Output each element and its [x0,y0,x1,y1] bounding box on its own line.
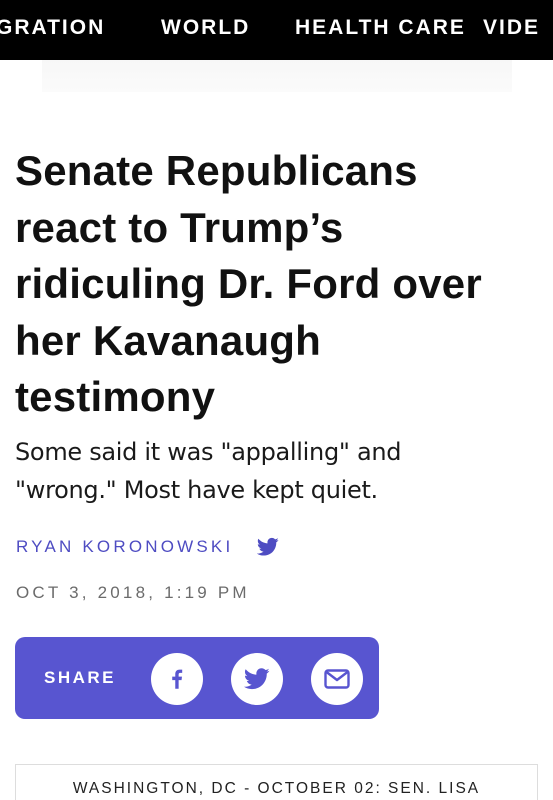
headline-line: ridiculing Dr. Ford over [15,260,482,307]
photo-caption: WASHINGTON, DC - OCTOBER 02: SEN. LISA [72,780,481,797]
share-twitter-button[interactable] [231,653,283,705]
nav-item-world[interactable]: WORLD [161,16,250,40]
nav-item-health-care[interactable]: HEALTH CARE [295,16,466,40]
headline-line: testimony [15,373,216,420]
headline-line: Senate Republicans [15,147,418,194]
share-email-button[interactable] [311,653,363,705]
ad-slot-placeholder [42,60,512,92]
article-headline: Senate Republicans react to Trump’s ridi… [15,143,545,426]
email-icon [324,669,350,689]
byline: RYAN KORONOWSKI [16,535,280,559]
headline-line: react to Trump’s [15,203,344,251]
share-label: SHARE [44,668,117,687]
headline-line: her Kavanaugh [15,316,322,364]
twitter-bird-icon[interactable] [257,537,280,557]
twitter-icon [244,668,270,690]
nav-item-immigration[interactable]: GRATION [0,16,105,40]
facebook-icon [172,669,183,689]
top-navigation-bar: GRATION WORLD HEALTH CARE VIDE [0,0,553,60]
share-facebook-button[interactable] [151,653,203,705]
subhead-line: "wrong." Most have kept quiet. [15,476,378,504]
author-link[interactable]: RYAN KORONOWSKI [16,537,233,557]
share-bar: SHARE [15,637,379,719]
nav-item-video[interactable]: VIDE [483,16,540,40]
article-subheadline: Some said it was "appalling" and "wrong.… [15,433,535,509]
publish-date: OCT 3, 2018, 1:19 PM [16,583,250,602]
subhead-line: Some said it was "appalling" and [15,438,402,466]
